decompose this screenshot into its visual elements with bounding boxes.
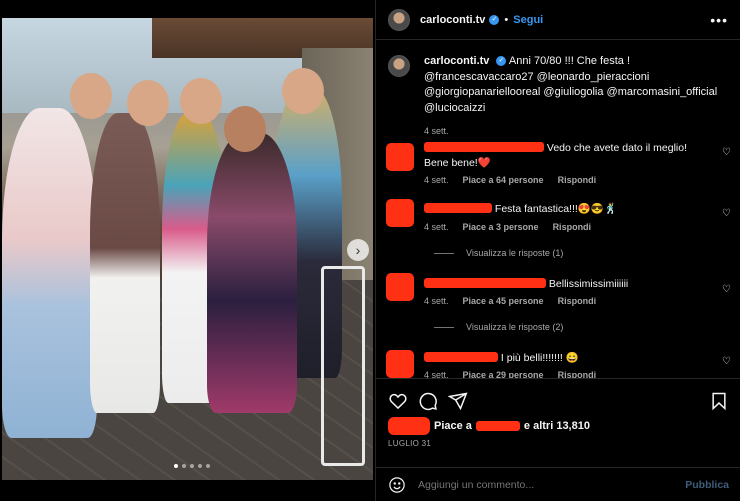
- redacted-username: [424, 142, 544, 152]
- author-username[interactable]: carloconti.tv: [420, 14, 485, 26]
- comment-time: 4 sett.: [424, 370, 449, 378]
- photo-head: [70, 73, 112, 119]
- carousel-dot: [206, 464, 210, 468]
- post-media-pane: ›: [0, 0, 375, 501]
- verified-badge-icon: ✓: [496, 56, 507, 67]
- comment-text: Festa fantastica!!!😍😎🕺: [494, 203, 618, 215]
- photo-person: [2, 108, 97, 438]
- comment-time: 4 sett.: [424, 175, 449, 185]
- reply-button[interactable]: Rispondi: [558, 370, 597, 378]
- caption-time: 4 sett.: [424, 126, 449, 136]
- carousel-dot: [198, 464, 202, 468]
- photo-head: [180, 78, 222, 124]
- follow-button[interactable]: Segui: [513, 14, 543, 26]
- view-replies-button[interactable]: Visualizza le risposte (1): [434, 248, 563, 258]
- share-paper-plane-icon[interactable]: [447, 391, 468, 411]
- photo-head: [127, 80, 169, 126]
- commenter-avatar[interactable]: [386, 350, 414, 378]
- carousel-next-button[interactable]: ›: [347, 239, 369, 261]
- like-comment-icon[interactable]: ♡: [722, 356, 731, 367]
- like-comment-icon[interactable]: ♡: [722, 208, 731, 219]
- view-replies-label[interactable]: Visualizza le risposte (1): [466, 248, 563, 258]
- commenter-avatar[interactable]: [386, 143, 414, 171]
- carousel-dot: [190, 464, 194, 468]
- caption-username[interactable]: carloconti.tv: [424, 55, 489, 67]
- post-caption: carloconti.tv ✓ Anni 70/80 !!! Che festa…: [376, 41, 740, 140]
- commenter-avatar[interactable]: [386, 273, 414, 301]
- redacted-username: [424, 352, 498, 362]
- comment-meta: 4 sett. Piace a 29 persone Rispondi: [424, 370, 596, 378]
- separator-dot: •: [504, 13, 509, 26]
- comment-text-line: I più belli!!!!!!! 😄: [424, 351, 714, 366]
- reply-button[interactable]: Rispondi: [558, 175, 597, 185]
- caption-avatar[interactable]: [388, 55, 410, 77]
- like-heart-icon[interactable]: [388, 391, 408, 411]
- comment-likes[interactable]: Piace a 45 persone: [463, 296, 544, 306]
- comment-time: 4 sett.: [424, 296, 449, 306]
- action-icons: [376, 379, 740, 413]
- comment-meta: 4 sett. Piace a 64 persone Rispondi: [424, 175, 596, 185]
- replies-line: [434, 326, 454, 328]
- comment-text: I più belli!!!!!!! 😄: [500, 352, 579, 364]
- comments-list[interactable]: carloconti.tv ✓ Anni 70/80 !!! Che festa…: [376, 41, 740, 378]
- redacted-username: [424, 278, 546, 288]
- comment-meta: 4 sett. Piace a 3 persone Rispondi: [424, 222, 591, 232]
- comment-text-line: Festa fantastica!!!😍😎🕺: [424, 202, 714, 217]
- view-replies-label[interactable]: Visualizza le risposte (2): [466, 322, 563, 332]
- reply-button[interactable]: Rispondi: [553, 222, 592, 232]
- comment-likes[interactable]: Piace a 3 persone: [463, 222, 539, 232]
- publish-button[interactable]: Pubblica: [685, 479, 729, 491]
- likes-suffix[interactable]: e altri 13,810: [524, 420, 590, 432]
- post-sidebar: carloconti.tv ✓ • Segui ••• carloconti.t…: [375, 0, 740, 501]
- comment-bubble-icon[interactable]: [418, 391, 438, 411]
- comment-likes[interactable]: Piace a 29 persone: [463, 370, 544, 378]
- author-avatar[interactable]: [388, 8, 410, 31]
- liker-avatar[interactable]: [388, 417, 430, 435]
- comment-time: 4 sett.: [424, 222, 449, 232]
- comment-likes[interactable]: Piace a 64 persone: [463, 175, 544, 185]
- likes-prefix: Piace a: [434, 420, 472, 432]
- photo-person: [207, 133, 297, 413]
- save-bookmark-icon[interactable]: [709, 391, 729, 411]
- caption-body: carloconti.tv ✓ Anni 70/80 !!! Che festa…: [424, 54, 724, 140]
- photo-head: [224, 106, 266, 152]
- verified-badge-icon: ✓: [489, 14, 500, 25]
- photo-chair: [321, 266, 365, 466]
- carousel-dot: [174, 464, 178, 468]
- post-date: LUGLIO 31: [388, 439, 432, 448]
- post-header: carloconti.tv ✓ • Segui •••: [376, 0, 740, 40]
- like-comment-icon[interactable]: ♡: [722, 284, 731, 295]
- photo-person: [90, 113, 160, 413]
- post-actions: Piace a e altri 13,810 LUGLIO 31 Pubblic…: [376, 378, 740, 501]
- carousel-dots: [174, 464, 210, 468]
- comment-text-line: Bellissimissimiiiiii: [424, 277, 714, 292]
- photo-head: [282, 68, 324, 114]
- like-comment-icon[interactable]: ♡: [722, 147, 731, 158]
- emoji-icon[interactable]: [388, 476, 406, 494]
- view-replies-button[interactable]: Visualizza le risposte (2): [434, 322, 563, 332]
- comment-meta: 4 sett. Piace a 45 persone Rispondi: [424, 296, 596, 306]
- more-options-icon[interactable]: •••: [710, 12, 728, 28]
- reply-button[interactable]: Rispondi: [558, 296, 597, 306]
- add-comment-bar: Pubblica: [376, 467, 740, 501]
- redacted-username: [424, 203, 492, 213]
- carousel-dot: [182, 464, 186, 468]
- commenter-avatar[interactable]: [386, 199, 414, 227]
- replies-line: [434, 252, 454, 254]
- comment-text: Bellissimissimiiiiii: [548, 278, 629, 290]
- post-photo[interactable]: [2, 18, 373, 480]
- redacted-liker-name: [475, 421, 520, 431]
- likes-summary[interactable]: Piace a e altri 13,810: [376, 413, 740, 435]
- comment-text-line: Vedo che avete dato il meglio! Bene bene…: [424, 141, 714, 171]
- comment-input[interactable]: [418, 478, 658, 491]
